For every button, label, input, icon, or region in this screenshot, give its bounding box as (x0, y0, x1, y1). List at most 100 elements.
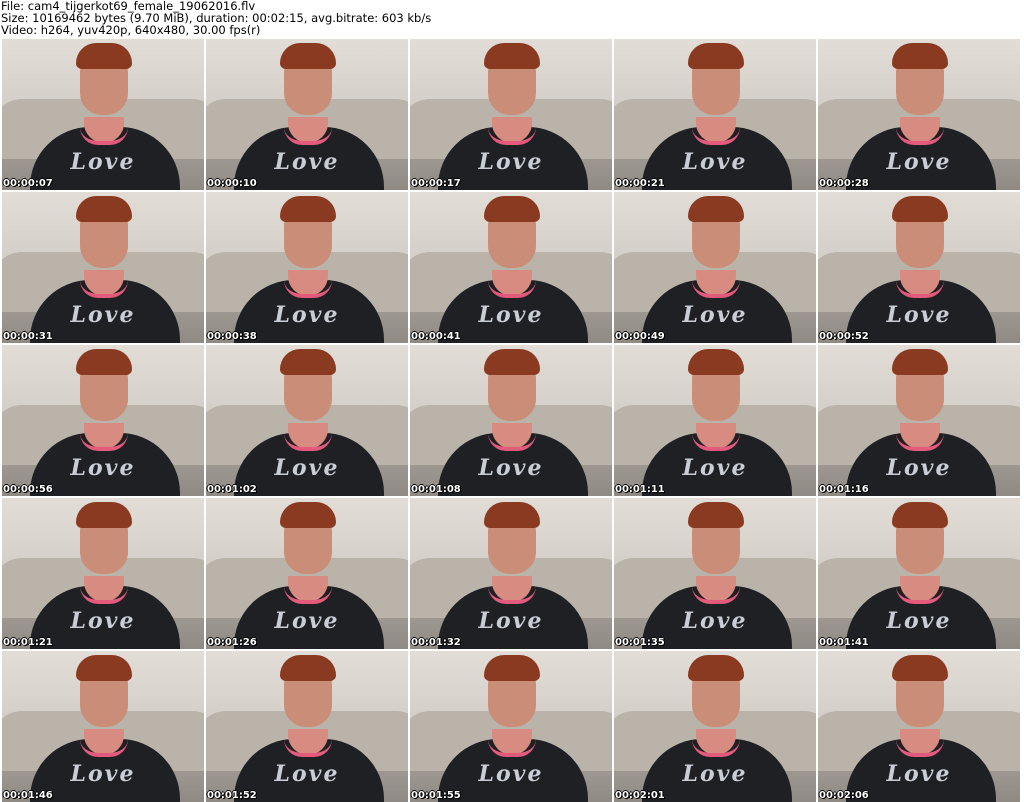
hair (688, 43, 744, 69)
hair (280, 502, 336, 528)
shirt-print-text: Love (70, 761, 136, 787)
hair (484, 655, 540, 681)
shirt-print-text: Love (274, 761, 340, 787)
shirt-print-text: Love (478, 608, 544, 634)
hair (892, 502, 948, 528)
shirt-print-text: Love (682, 761, 748, 787)
shirt-print-text: Love (886, 302, 952, 328)
video-thumbnail[interactable]: Love 00:00:41 (410, 192, 612, 343)
video-thumbnail[interactable]: Love 00:01:16 (818, 345, 1020, 496)
video-thumbnail[interactable]: Love 00:00:49 (614, 192, 816, 343)
shirt-print-text: Love (70, 455, 136, 481)
thumbnail-timestamp: 00:01:35 (615, 637, 665, 648)
video-thumbnail[interactable]: Love 00:01:02 (206, 345, 408, 496)
hair (484, 43, 540, 69)
shirt-print-text: Love (886, 608, 952, 634)
thumbnail-timestamp: 00:01:16 (819, 484, 869, 495)
thumbnail-timestamp: 00:00:52 (819, 331, 869, 342)
video-thumbnail[interactable]: Love 00:01:21 (2, 498, 204, 649)
video-thumbnail[interactable]: Love 00:02:06 (818, 651, 1020, 802)
video-info-line: Video: h264, yuv420p, 640x480, 30.00 fps… (1, 23, 261, 37)
hair (484, 502, 540, 528)
thumbnail-timestamp: 00:01:32 (411, 637, 461, 648)
hair (280, 655, 336, 681)
hair (892, 655, 948, 681)
hair (76, 43, 132, 69)
video-thumbnail[interactable]: Love 00:02:01 (614, 651, 816, 802)
shirt-print-text: Love (274, 149, 340, 175)
hair (484, 196, 540, 222)
video-thumbnail[interactable]: Love 00:00:56 (2, 345, 204, 496)
hair (76, 655, 132, 681)
hair (76, 502, 132, 528)
thumbnail-timestamp: 00:01:52 (207, 790, 257, 801)
video-thumbnail[interactable]: Love 00:01:41 (818, 498, 1020, 649)
thumbnail-grid: Love 00:00:07 Love 00:00:10 Love 00:00:17 Love… (2, 39, 1020, 802)
thumbnail-timestamp: 00:01:41 (819, 637, 869, 648)
shirt-print-text: Love (478, 302, 544, 328)
hair (688, 655, 744, 681)
thumbnail-timestamp: 00:00:49 (615, 331, 665, 342)
video-thumbnail[interactable]: Love 00:01:52 (206, 651, 408, 802)
thumbnail-timestamp: 00:00:41 (411, 331, 461, 342)
thumbnail-timestamp: 00:00:56 (3, 484, 53, 495)
hair (688, 502, 744, 528)
video-thumbnail[interactable]: Love 00:00:10 (206, 39, 408, 190)
video-thumbnail[interactable]: Love 00:01:08 (410, 345, 612, 496)
shirt-print-text: Love (682, 455, 748, 481)
video-thumbnail[interactable]: Love 00:00:38 (206, 192, 408, 343)
thumbnail-timestamp: 00:01:02 (207, 484, 257, 495)
hair (280, 349, 336, 375)
video-thumbnail[interactable]: Love 00:00:52 (818, 192, 1020, 343)
shirt-print-text: Love (886, 455, 952, 481)
shirt-print-text: Love (274, 455, 340, 481)
shirt-print-text: Love (478, 149, 544, 175)
video-thumbnail[interactable]: Love 00:00:31 (2, 192, 204, 343)
video-thumbnail[interactable]: Love 00:01:11 (614, 345, 816, 496)
hair (484, 349, 540, 375)
video-thumbnail[interactable]: Love 00:01:32 (410, 498, 612, 649)
video-thumbnail[interactable]: Love 00:00:21 (614, 39, 816, 190)
hair (280, 43, 336, 69)
hair (892, 196, 948, 222)
shirt-print-text: Love (70, 608, 136, 634)
shirt-print-text: Love (886, 761, 952, 787)
thumbnail-timestamp: 00:00:10 (207, 178, 257, 189)
shirt-print-text: Love (274, 608, 340, 634)
video-thumbnail[interactable]: Love 00:01:35 (614, 498, 816, 649)
hair (280, 196, 336, 222)
video-thumbnail[interactable]: Love 00:01:46 (2, 651, 204, 802)
hair (76, 349, 132, 375)
file-info-header: File: cam4_tijgerkot69_female_19062016.f… (0, 0, 1024, 38)
thumbnail-timestamp: 00:02:01 (615, 790, 665, 801)
hair (688, 196, 744, 222)
shirt-print-text: Love (886, 149, 952, 175)
hair (688, 349, 744, 375)
thumbnail-timestamp: 00:00:31 (3, 331, 53, 342)
hair (76, 196, 132, 222)
thumbnail-timestamp: 00:00:07 (3, 178, 53, 189)
thumbnail-timestamp: 00:01:46 (3, 790, 53, 801)
shirt-print-text: Love (70, 149, 136, 175)
shirt-print-text: Love (478, 761, 544, 787)
thumbnail-timestamp: 00:01:08 (411, 484, 461, 495)
video-thumbnail[interactable]: Love 00:00:07 (2, 39, 204, 190)
thumbnail-timestamp: 00:01:26 (207, 637, 257, 648)
hair (892, 43, 948, 69)
video-thumbnail[interactable]: Love 00:01:26 (206, 498, 408, 649)
thumbnail-timestamp: 00:01:21 (3, 637, 53, 648)
shirt-print-text: Love (478, 455, 544, 481)
shirt-print-text: Love (682, 302, 748, 328)
video-thumbnail[interactable]: Love 00:00:17 (410, 39, 612, 190)
shirt-print-text: Love (682, 149, 748, 175)
thumbnail-timestamp: 00:00:21 (615, 178, 665, 189)
shirt-print-text: Love (274, 302, 340, 328)
video-thumbnail[interactable]: Love 00:01:55 (410, 651, 612, 802)
hair (892, 349, 948, 375)
video-thumbnail[interactable]: Love 00:00:28 (818, 39, 1020, 190)
shirt-print-text: Love (70, 302, 136, 328)
thumbnail-timestamp: 00:01:55 (411, 790, 461, 801)
thumbnail-timestamp: 00:00:38 (207, 331, 257, 342)
thumbnail-timestamp: 00:01:11 (615, 484, 665, 495)
thumbnail-timestamp: 00:02:06 (819, 790, 869, 801)
